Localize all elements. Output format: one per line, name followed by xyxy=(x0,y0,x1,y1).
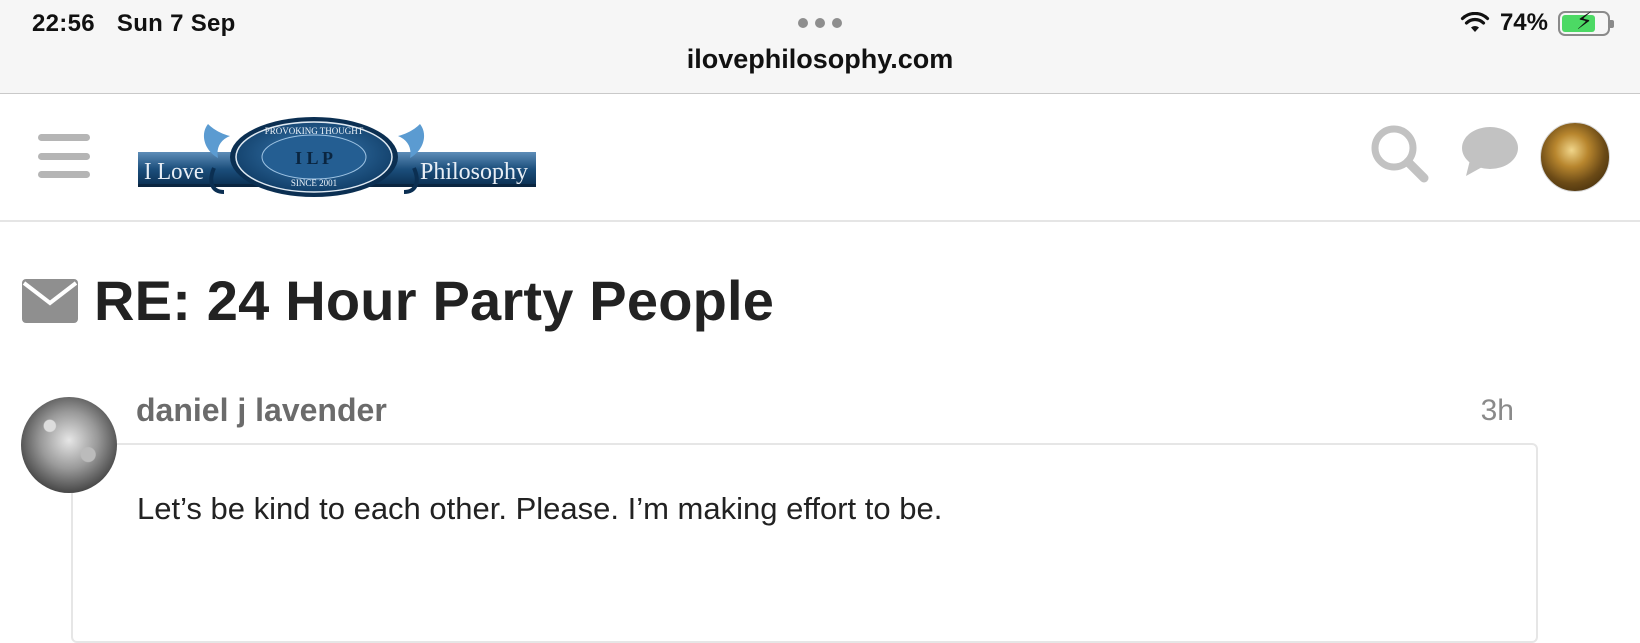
status-date: Sun 7 Sep xyxy=(116,10,236,37)
user-avatar[interactable] xyxy=(1540,122,1610,192)
search-icon[interactable] xyxy=(1370,124,1430,184)
status-time: 22:56 xyxy=(32,10,95,37)
logo-oval-bottom-text: SINCE 2001 xyxy=(291,178,337,188)
battery-percent: 74% xyxy=(1499,9,1548,36)
battery-icon: ⚡ xyxy=(1558,7,1614,36)
multitasking-dots-icon[interactable] xyxy=(798,18,842,28)
envelope-icon xyxy=(22,278,78,323)
charging-bolt-icon: ⚡ xyxy=(1576,7,1593,35)
post-time[interactable]: 3h xyxy=(1481,394,1514,428)
logo-right-text: Philosophy xyxy=(420,159,528,185)
topic-title-row: RE: 24 Hour Party People xyxy=(22,268,774,333)
logo-initials-text: I L P xyxy=(295,148,333,168)
topic-title[interactable]: RE: 24 Hour Party People xyxy=(94,268,774,333)
status-bar: 22:56 Sun 7 Sep ilovephilosophy.com 74% … xyxy=(0,0,1640,94)
post-body: Let’s be kind to each other. Please. I’m… xyxy=(137,491,943,526)
address-bar-url[interactable]: ilovephilosophy.com xyxy=(0,44,1640,75)
post-author-avatar[interactable] xyxy=(21,397,117,493)
wifi-icon xyxy=(1460,12,1490,32)
status-left: 22:56 Sun 7 Sep xyxy=(32,10,236,38)
post-card xyxy=(71,443,1538,643)
site-header: PROVOKING THOUGHT SINCE 2001 I L P I Lov… xyxy=(0,94,1640,222)
status-right: 74% ⚡ xyxy=(1460,7,1614,37)
chat-icon[interactable] xyxy=(1460,124,1520,180)
site-logo[interactable]: PROVOKING THOUGHT SINCE 2001 I L P I Lov… xyxy=(138,112,536,204)
hamburger-menu-icon[interactable] xyxy=(38,134,90,178)
post-author-name[interactable]: daniel j lavender xyxy=(136,392,387,429)
logo-oval-top-text: PROVOKING THOUGHT xyxy=(265,126,364,136)
logo-left-text: I Love xyxy=(144,159,204,185)
